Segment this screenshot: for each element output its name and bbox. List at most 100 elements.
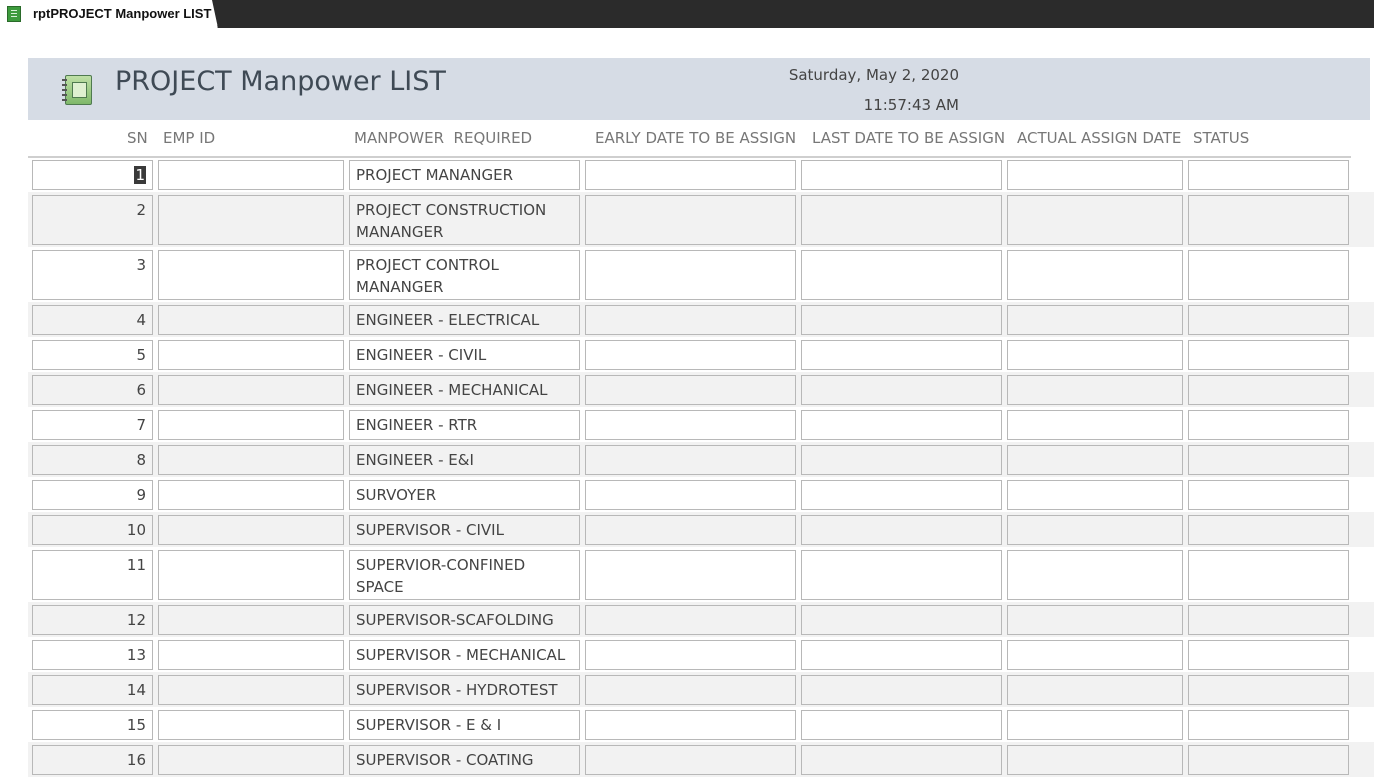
emp-id-cell[interactable] [158,160,344,190]
actual-date-cell[interactable] [1007,305,1183,335]
sn-cell[interactable]: 8 [32,445,153,475]
actual-date-cell[interactable] [1007,410,1183,440]
status-cell[interactable] [1188,340,1349,370]
last-date-cell[interactable] [801,340,1002,370]
last-date-cell[interactable] [801,640,1002,670]
status-cell[interactable] [1188,550,1349,600]
sn-cell[interactable]: 2 [32,195,153,245]
manpower-cell[interactable]: SUPERVISOR - COATING [349,745,580,775]
early-date-cell[interactable] [585,160,796,190]
sn-cell[interactable]: 11 [32,550,153,600]
emp-id-cell[interactable] [158,640,344,670]
actual-date-cell[interactable] [1007,195,1183,245]
emp-id-cell[interactable] [158,710,344,740]
status-cell[interactable] [1188,515,1349,545]
manpower-cell[interactable]: ENGINEER - ELECTRICAL [349,305,580,335]
actual-date-cell[interactable] [1007,480,1183,510]
manpower-cell[interactable]: SUPERVISOR - HYDROTEST [349,675,580,705]
sn-cell[interactable]: 5 [32,340,153,370]
actual-date-cell[interactable] [1007,640,1183,670]
sn-cell[interactable]: 14 [32,675,153,705]
sn-cell[interactable]: 9 [32,480,153,510]
actual-date-cell[interactable] [1007,550,1183,600]
manpower-cell[interactable]: SUPERVISOR-SCAFOLDING [349,605,580,635]
emp-id-cell[interactable] [158,375,344,405]
actual-date-cell[interactable] [1007,710,1183,740]
early-date-cell[interactable] [585,375,796,405]
early-date-cell[interactable] [585,710,796,740]
status-cell[interactable] [1188,195,1349,245]
emp-id-cell[interactable] [158,195,344,245]
status-cell[interactable] [1188,445,1349,475]
early-date-cell[interactable] [585,445,796,475]
last-date-cell[interactable] [801,305,1002,335]
early-date-cell[interactable] [585,640,796,670]
early-date-cell[interactable] [585,745,796,775]
emp-id-cell[interactable] [158,675,344,705]
early-date-cell[interactable] [585,340,796,370]
actual-date-cell[interactable] [1007,675,1183,705]
early-date-cell[interactable] [585,480,796,510]
status-cell[interactable] [1188,160,1349,190]
last-date-cell[interactable] [801,710,1002,740]
early-date-cell[interactable] [585,675,796,705]
sn-cell[interactable]: 10 [32,515,153,545]
emp-id-cell[interactable] [158,745,344,775]
last-date-cell[interactable] [801,515,1002,545]
last-date-cell[interactable] [801,410,1002,440]
last-date-cell[interactable] [801,250,1002,300]
status-cell[interactable] [1188,375,1349,405]
actual-date-cell[interactable] [1007,745,1183,775]
emp-id-cell[interactable] [158,305,344,335]
sn-cell[interactable]: 13 [32,640,153,670]
status-cell[interactable] [1188,480,1349,510]
last-date-cell[interactable] [801,160,1002,190]
early-date-cell[interactable] [585,515,796,545]
sn-cell[interactable]: 1 [32,160,153,190]
actual-date-cell[interactable] [1007,515,1183,545]
manpower-cell[interactable]: PROJECT MANANGER [349,160,580,190]
sn-cell[interactable]: 15 [32,710,153,740]
last-date-cell[interactable] [801,445,1002,475]
status-cell[interactable] [1188,410,1349,440]
emp-id-cell[interactable] [158,550,344,600]
manpower-cell[interactable]: ENGINEER - CIVIL [349,340,580,370]
last-date-cell[interactable] [801,195,1002,245]
last-date-cell[interactable] [801,375,1002,405]
actual-date-cell[interactable] [1007,605,1183,635]
status-cell[interactable] [1188,250,1349,300]
emp-id-cell[interactable] [158,515,344,545]
last-date-cell[interactable] [801,605,1002,635]
actual-date-cell[interactable] [1007,340,1183,370]
actual-date-cell[interactable] [1007,160,1183,190]
emp-id-cell[interactable] [158,250,344,300]
sn-cell[interactable]: 4 [32,305,153,335]
manpower-cell[interactable]: ENGINEER - RTR [349,410,580,440]
status-cell[interactable] [1188,605,1349,635]
early-date-cell[interactable] [585,605,796,635]
early-date-cell[interactable] [585,305,796,335]
sn-cell[interactable]: 7 [32,410,153,440]
status-cell[interactable] [1188,675,1349,705]
early-date-cell[interactable] [585,410,796,440]
sn-cell[interactable]: 3 [32,250,153,300]
last-date-cell[interactable] [801,675,1002,705]
early-date-cell[interactable] [585,195,796,245]
manpower-cell[interactable]: SURVOYER [349,480,580,510]
manpower-cell[interactable]: PROJECT CONTROL MANANGER [349,250,580,300]
sn-cell[interactable]: 12 [32,605,153,635]
emp-id-cell[interactable] [158,445,344,475]
emp-id-cell[interactable] [158,605,344,635]
manpower-cell[interactable]: SUPERVISOR - CIVIL [349,515,580,545]
last-date-cell[interactable] [801,550,1002,600]
manpower-cell[interactable]: PROJECT CONSTRUCTION MANANGER [349,195,580,245]
manpower-cell[interactable]: ENGINEER - E&I [349,445,580,475]
manpower-cell[interactable]: SUPERVIOR-CONFINED SPACE [349,550,580,600]
actual-date-cell[interactable] [1007,445,1183,475]
early-date-cell[interactable] [585,250,796,300]
report-document-tab[interactable]: rptPROJECT Manpower LIST [0,0,218,28]
manpower-cell[interactable]: SUPERVISOR - MECHANICAL [349,640,580,670]
emp-id-cell[interactable] [158,340,344,370]
status-cell[interactable] [1188,710,1349,740]
emp-id-cell[interactable] [158,480,344,510]
